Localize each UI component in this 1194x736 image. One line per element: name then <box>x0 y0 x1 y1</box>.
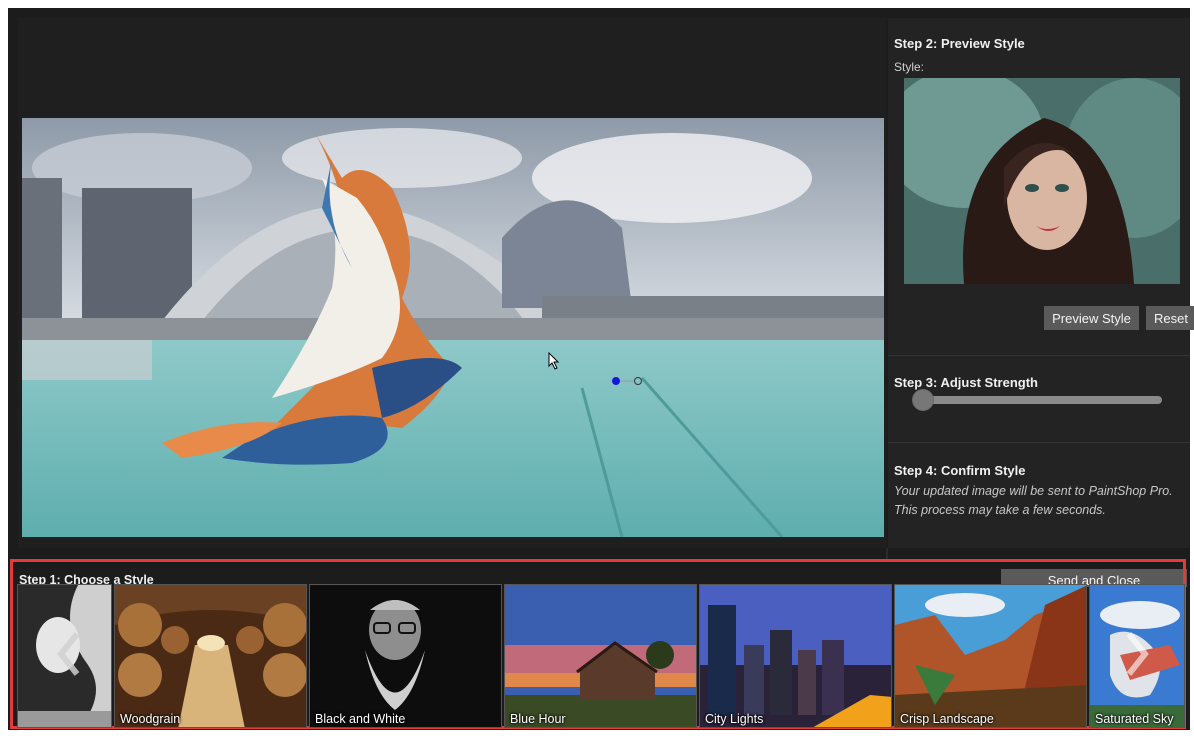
strength-slider-track[interactable] <box>924 396 1162 404</box>
style-options-panel: Step 2: Preview Style Style: Preview Sty… <box>888 18 1194 548</box>
style-tile-crisp-landscape[interactable]: Crisp Landscape <box>894 584 1087 728</box>
chevron-left-icon[interactable] <box>55 630 83 678</box>
style-thumbnail-strip: Woodgrain Black and White Blue Hour City… <box>17 584 1185 728</box>
step4-title: Step 4: Confirm Style <box>894 463 1026 478</box>
step3-title: Step 3: Adjust Strength <box>894 375 1038 390</box>
style-tile-blue-hour[interactable]: Blue Hour <box>504 584 697 728</box>
step2-title: Step 2: Preview Style <box>894 36 1025 51</box>
style-tile-label: Black and White <box>315 712 406 726</box>
style-tile-woodgrain[interactable]: Woodgrain <box>114 584 307 728</box>
preview-style-button[interactable]: Preview Style <box>1044 306 1139 330</box>
reset-button[interactable]: Reset <box>1146 306 1194 330</box>
confirm-description: Your updated image will be sent to Paint… <box>894 484 1173 517</box>
compare-handle[interactable] <box>612 375 642 387</box>
style-tile-label: Woodgrain <box>120 712 181 726</box>
style-tile-city-lights[interactable]: City Lights <box>699 584 892 728</box>
ai-style-transfer-window: Step 2: Preview Style Style: Preview Sty… <box>8 8 1194 730</box>
style-preview-thumbnail <box>904 78 1180 284</box>
divider <box>888 355 1190 356</box>
image-preview-pane <box>18 18 886 548</box>
preview-photo[interactable] <box>22 118 884 537</box>
mouse-cursor-icon <box>548 352 560 370</box>
style-chooser-area: Send and Close Step 1: Choose a Style Wo… <box>8 556 1190 730</box>
style-tile-label: Saturated Sky <box>1095 712 1174 726</box>
chevron-right-icon[interactable] <box>1123 630 1151 678</box>
style-tile-black-and-white[interactable]: Black and White <box>309 584 502 728</box>
style-label: Style: <box>894 60 925 74</box>
style-tile-label: City Lights <box>705 712 764 726</box>
style-tile-label: Crisp Landscape <box>900 712 994 726</box>
style-tile-label: Blue Hour <box>510 712 566 726</box>
divider <box>888 442 1190 443</box>
strength-slider-thumb[interactable] <box>912 389 934 411</box>
